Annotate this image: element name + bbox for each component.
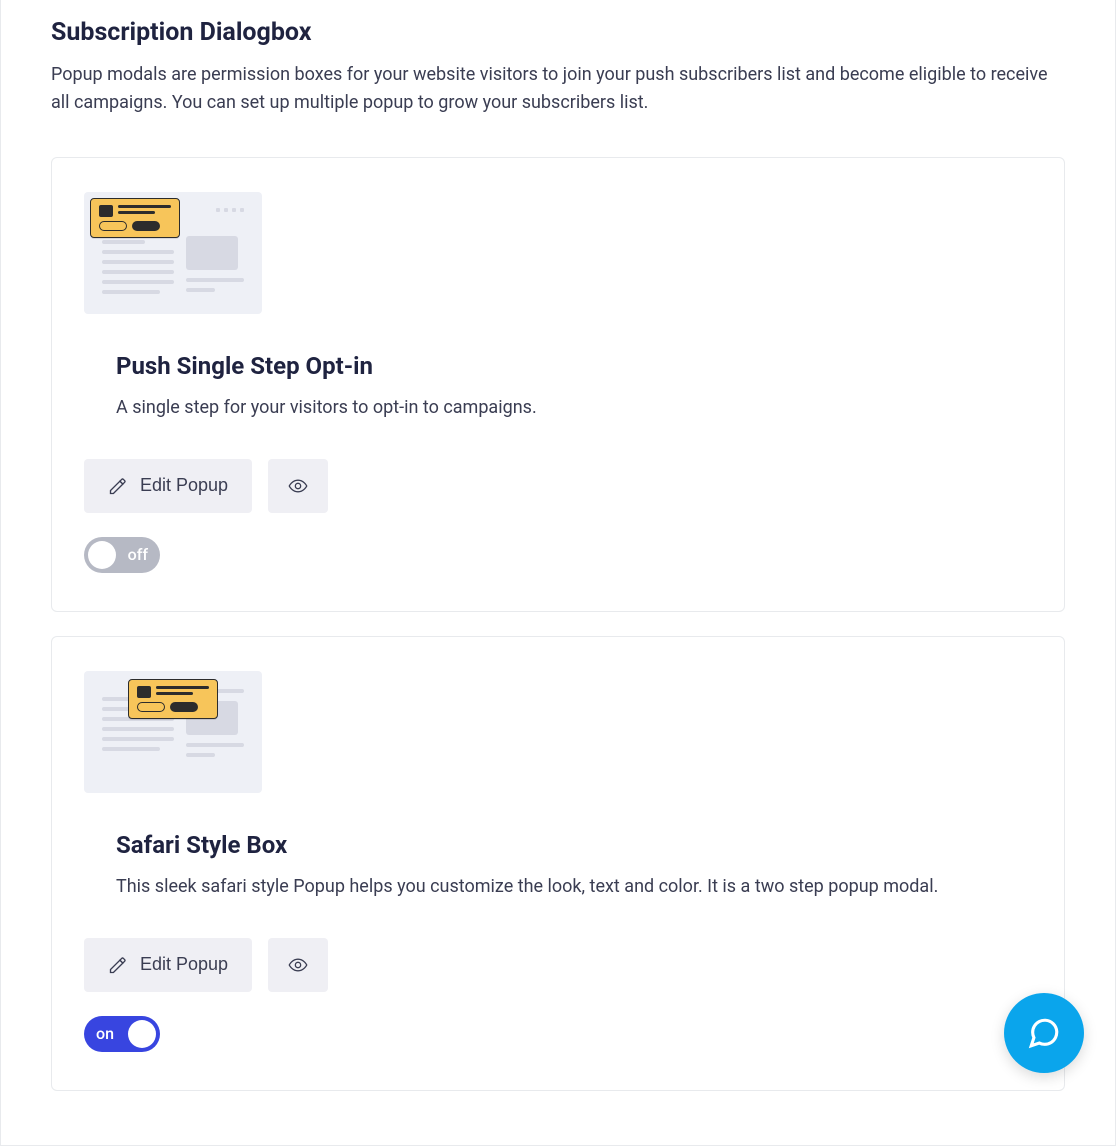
page-description: Popup modals are permission boxes for yo… <box>51 61 1065 117</box>
edit-popup-button[interactable]: Edit Popup <box>84 938 252 992</box>
popup-card-description: A single step for your visitors to opt-i… <box>116 394 1032 421</box>
eye-icon <box>288 476 308 496</box>
popup-card: Push Single Step Opt-in A single step fo… <box>51 157 1065 612</box>
popup-thumbnail <box>84 671 262 793</box>
toggle-label: off <box>128 545 148 564</box>
toggle-label: on <box>96 1024 114 1043</box>
edit-popup-button[interactable]: Edit Popup <box>84 459 252 513</box>
pencil-icon <box>108 955 128 975</box>
chat-icon <box>1027 1016 1061 1050</box>
popup-card-title: Safari Style Box <box>116 831 1032 859</box>
popup-card-title: Push Single Step Opt-in <box>116 352 1032 380</box>
status-toggle[interactable]: off <box>84 537 160 573</box>
status-toggle[interactable]: on <box>84 1016 160 1052</box>
page-title: Subscription Dialogbox <box>51 18 1065 47</box>
chat-fab[interactable] <box>1004 993 1084 1073</box>
edit-popup-label: Edit Popup <box>140 954 228 975</box>
preview-button[interactable] <box>268 938 328 992</box>
popup-card: Safari Style Box This sleek safari style… <box>51 636 1065 1091</box>
edit-popup-label: Edit Popup <box>140 475 228 496</box>
toggle-knob <box>88 541 116 569</box>
popup-thumbnail <box>84 192 262 314</box>
pencil-icon <box>108 476 128 496</box>
eye-icon <box>288 955 308 975</box>
toggle-knob <box>128 1020 156 1048</box>
preview-button[interactable] <box>268 459 328 513</box>
popup-card-description: This sleek safari style Popup helps you … <box>116 873 1032 900</box>
